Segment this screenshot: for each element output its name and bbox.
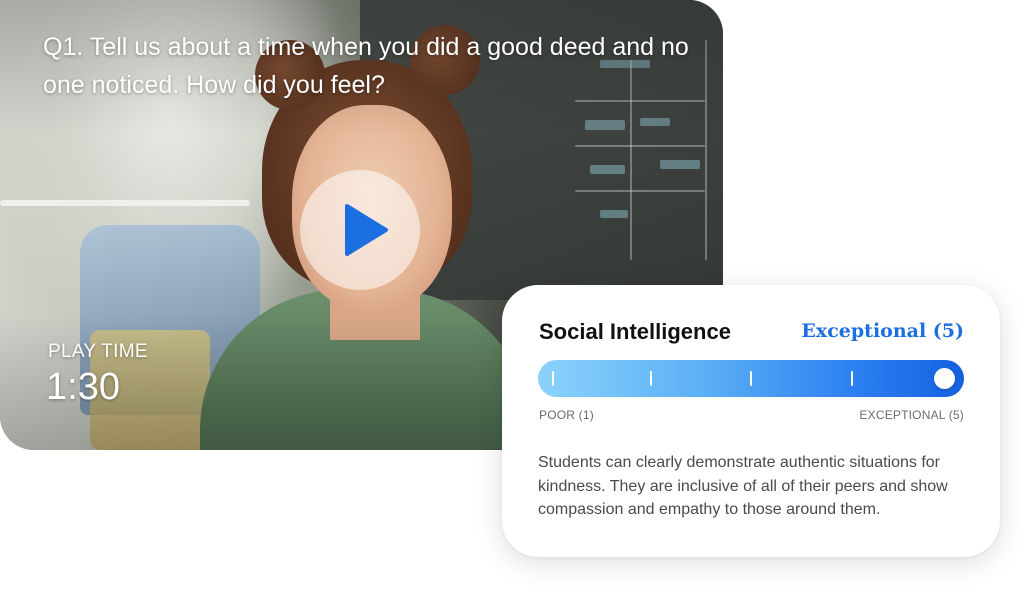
play-time-value: 1:30 — [46, 366, 120, 408]
rating-scale-handle[interactable] — [934, 368, 955, 389]
skill-title: Social Intelligence — [539, 319, 731, 344]
play-time-label: PLAY TIME — [48, 341, 148, 362]
scale-tick — [750, 371, 752, 386]
scale-tick — [552, 371, 554, 386]
rating-result: Exceptional (5) — [801, 320, 964, 342]
assessment-preview: Q1. Tell us about a time when you did a … — [0, 0, 1024, 596]
rating-description: Students can clearly demonstrate authent… — [538, 454, 948, 518]
scale-max-label: EXCEPTIONAL (5) — [859, 408, 964, 422]
scale-min-label: POOR (1) — [539, 408, 594, 422]
question-text: Q1. Tell us about a time when you did a … — [43, 33, 689, 99]
scale-tick — [851, 371, 853, 386]
rating-scale[interactable] — [538, 360, 964, 397]
scale-tick — [650, 371, 652, 386]
play-button[interactable] — [300, 170, 420, 290]
rating-card: Social Intelligence Exceptional (5) POOR… — [502, 285, 1000, 557]
play-icon — [345, 204, 388, 256]
